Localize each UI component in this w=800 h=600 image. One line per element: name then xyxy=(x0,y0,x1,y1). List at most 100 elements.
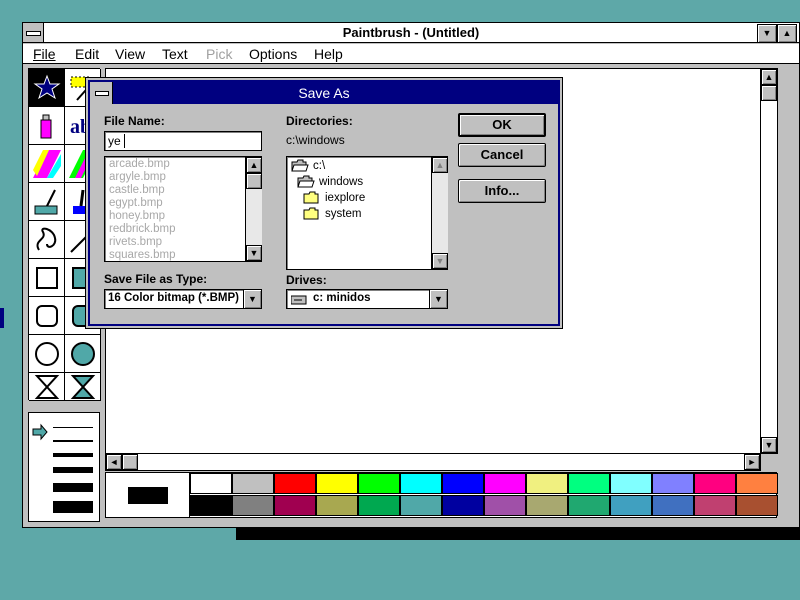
line-width-6[interactable] xyxy=(53,501,93,513)
palette-color-bottom-4[interactable] xyxy=(358,495,400,516)
tool-circle[interactable] xyxy=(29,335,65,373)
palette-color-bottom-11[interactable] xyxy=(652,495,694,516)
vertical-scrollbar[interactable]: ▲ ▼ xyxy=(760,68,778,454)
minimize-button[interactable]: ▼ xyxy=(757,24,777,43)
palette-color-top-8[interactable] xyxy=(526,473,568,494)
palette-color-top-11[interactable] xyxy=(652,473,694,494)
rounded-box-icon xyxy=(35,304,58,327)
palette-color-bottom-3[interactable] xyxy=(316,495,358,516)
file-list-item[interactable]: redbrick.bmp xyxy=(109,223,175,235)
palette-color-top-4[interactable] xyxy=(358,473,400,494)
dir-scroll-up-button[interactable]: ▲ xyxy=(432,157,448,173)
palette-color-bottom-9[interactable] xyxy=(568,495,610,516)
palette-color-bottom-10[interactable] xyxy=(610,495,652,516)
tool-filled-circle[interactable] xyxy=(65,335,101,373)
tool-paint-roller[interactable] xyxy=(29,183,65,221)
directory-list[interactable]: c:\ windows iexplore system ▲ ▼ xyxy=(286,156,448,270)
tool-color-eraser[interactable] xyxy=(29,145,65,183)
directory-item[interactable]: windows xyxy=(297,175,363,188)
line-width-box xyxy=(28,412,100,522)
tool-spray[interactable] xyxy=(29,107,65,145)
ok-button[interactable]: OK xyxy=(458,113,546,137)
title-bar[interactable]: Paintbrush - (Untitled) ▼ ▲ xyxy=(23,23,799,43)
scroll-thumb[interactable] xyxy=(761,85,777,101)
line-width-3[interactable] xyxy=(53,453,93,457)
palette-color-bottom-12[interactable] xyxy=(694,495,736,516)
menu-options[interactable]: Options xyxy=(249,46,297,62)
line-width-1[interactable] xyxy=(53,427,93,428)
drives-dropdown-button[interactable]: ▼ xyxy=(429,290,447,308)
palette-color-bottom-8[interactable] xyxy=(526,495,568,516)
palette-color-top-1[interactable] xyxy=(232,473,274,494)
directory-item[interactable]: iexplore xyxy=(303,191,365,204)
dialog-title-bar[interactable]: Save As xyxy=(90,82,558,104)
file-name-input[interactable]: ye xyxy=(104,131,262,151)
scroll-right-button[interactable]: ► xyxy=(744,454,760,470)
file-list-item[interactable]: honey.bmp xyxy=(109,210,165,222)
palette-color-bottom-6[interactable] xyxy=(442,495,484,516)
current-foreground-color xyxy=(128,487,168,504)
menu-view[interactable]: View xyxy=(115,46,145,62)
file-scroll-thumb[interactable] xyxy=(246,173,262,189)
palette-color-bottom-2[interactable] xyxy=(274,495,316,516)
palette-color-top-3[interactable] xyxy=(316,473,358,494)
palette-color-bottom-5[interactable] xyxy=(400,495,442,516)
palette-color-top-6[interactable] xyxy=(442,473,484,494)
tool-box[interactable] xyxy=(29,259,65,297)
menu-edit[interactable]: Edit xyxy=(75,46,99,62)
save-type-dropdown-button[interactable]: ▼ xyxy=(243,290,261,308)
info-button[interactable]: Info... xyxy=(458,179,546,203)
palette-color-bottom-0[interactable] xyxy=(190,495,232,516)
tool-filled-polygon[interactable] xyxy=(65,373,101,401)
scroll-down-button[interactable]: ▼ xyxy=(761,437,777,453)
menu-file[interactable]: File xyxy=(33,46,56,62)
palette-color-bottom-1[interactable] xyxy=(232,495,274,516)
dir-list-scrollbar[interactable]: ▲ ▼ xyxy=(431,157,448,269)
file-list-item[interactable]: squares.bmp xyxy=(109,249,175,261)
dir-scroll-down-button[interactable]: ▼ xyxy=(432,253,448,269)
directory-item[interactable]: c:\ xyxy=(291,159,325,172)
file-list-item[interactable]: castle.bmp xyxy=(109,184,165,196)
scissors-star-icon xyxy=(32,74,61,99)
palette-color-top-10[interactable] xyxy=(610,473,652,494)
file-list-item[interactable]: arcade.bmp xyxy=(109,158,170,170)
tool-curve[interactable] xyxy=(29,221,65,259)
menu-help[interactable]: Help xyxy=(314,46,343,62)
drives-select[interactable]: c: minidos ▼ xyxy=(286,289,448,309)
file-list-item[interactable]: rivets.bmp xyxy=(109,236,162,248)
hscroll-thumb[interactable] xyxy=(122,454,138,470)
horizontal-scrollbar[interactable]: ◄ ► xyxy=(105,453,761,471)
cancel-button[interactable]: Cancel xyxy=(458,143,546,167)
menu-pick[interactable]: Pick xyxy=(206,46,232,62)
save-type-select[interactable]: 16 Color bitmap (*.BMP) ▼ xyxy=(104,289,262,309)
palette-color-top-7[interactable] xyxy=(484,473,526,494)
color-palette xyxy=(105,472,778,518)
file-list-item[interactable]: argyle.bmp xyxy=(109,171,166,183)
save-type-value: 16 Color bitmap (*.BMP) xyxy=(108,292,239,304)
tool-polygon[interactable] xyxy=(29,373,65,401)
maximize-button[interactable]: ▲ xyxy=(777,24,797,43)
line-width-5[interactable] xyxy=(53,483,93,492)
directory-item[interactable]: system xyxy=(303,207,361,220)
line-width-2[interactable] xyxy=(53,440,93,442)
tool-rounded-box[interactable] xyxy=(29,297,65,335)
palette-color-top-9[interactable] xyxy=(568,473,610,494)
line-width-4[interactable] xyxy=(53,467,93,473)
current-directory: c:\windows xyxy=(286,133,345,147)
palette-color-top-13[interactable] xyxy=(736,473,778,494)
palette-color-top-2[interactable] xyxy=(274,473,316,494)
scroll-up-button[interactable]: ▲ xyxy=(761,69,777,85)
file-list[interactable]: arcade.bmp argyle.bmp castle.bmp egypt.bmp h… xyxy=(104,156,262,262)
menu-text[interactable]: Text xyxy=(162,46,188,62)
scroll-left-button[interactable]: ◄ xyxy=(106,454,122,470)
palette-color-top-5[interactable] xyxy=(400,473,442,494)
file-list-scrollbar[interactable]: ▲ ▼ xyxy=(245,157,262,261)
tool-scissors-star[interactable] xyxy=(29,69,65,107)
palette-color-bottom-7[interactable] xyxy=(484,495,526,516)
file-scroll-up-button[interactable]: ▲ xyxy=(246,157,262,173)
file-list-item[interactable]: egypt.bmp xyxy=(109,197,163,209)
palette-color-bottom-13[interactable] xyxy=(736,495,778,516)
file-scroll-down-button[interactable]: ▼ xyxy=(246,245,262,261)
palette-color-top-0[interactable] xyxy=(190,473,232,494)
palette-color-top-12[interactable] xyxy=(694,473,736,494)
